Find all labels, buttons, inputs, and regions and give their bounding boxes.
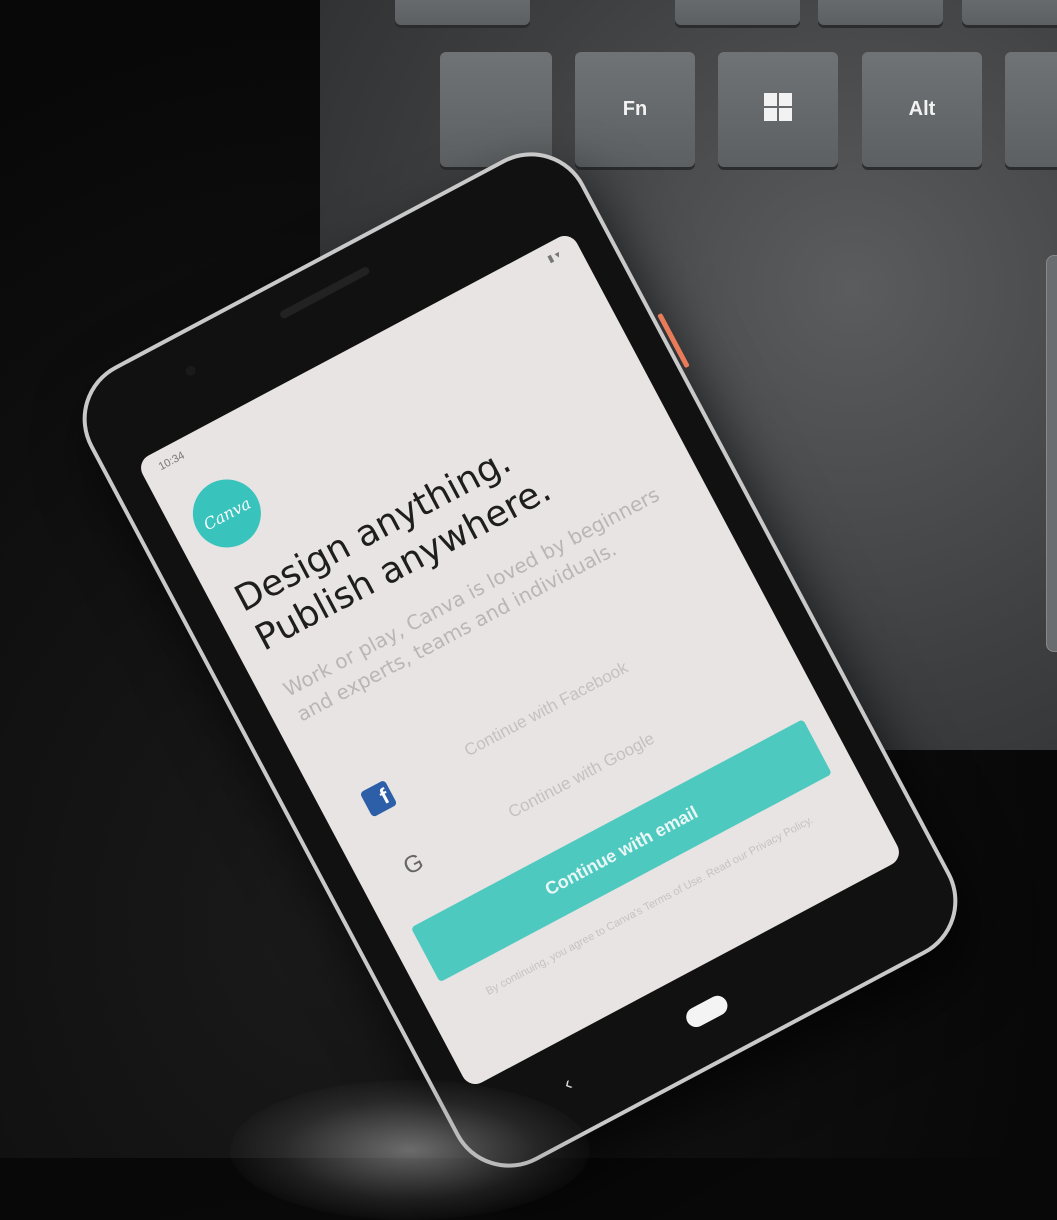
windows-icon <box>762 91 794 129</box>
google-icon: G <box>398 848 429 881</box>
key-blank-2 <box>675 0 800 25</box>
canva-logo: Canva <box>180 467 273 560</box>
facebook-icon: f <box>359 779 398 818</box>
key-alt: Alt <box>862 52 982 167</box>
key-blank-4 <box>962 0 1057 25</box>
touchpad <box>1046 255 1057 652</box>
key-blank-3 <box>818 0 943 25</box>
battery-icon: ▮ ▾ <box>545 249 563 266</box>
key-fn: Fn <box>575 52 695 167</box>
key-blank-1 <box>395 0 530 25</box>
key-windows <box>718 52 838 167</box>
key-fn-label: Fn <box>622 98 648 120</box>
blurred-foreground-object <box>230 1080 590 1220</box>
canva-logo-text: Canva <box>200 493 254 534</box>
key-alt-label: Alt <box>908 98 936 120</box>
key-right <box>1005 52 1057 167</box>
status-time: 10:34 <box>156 449 187 474</box>
